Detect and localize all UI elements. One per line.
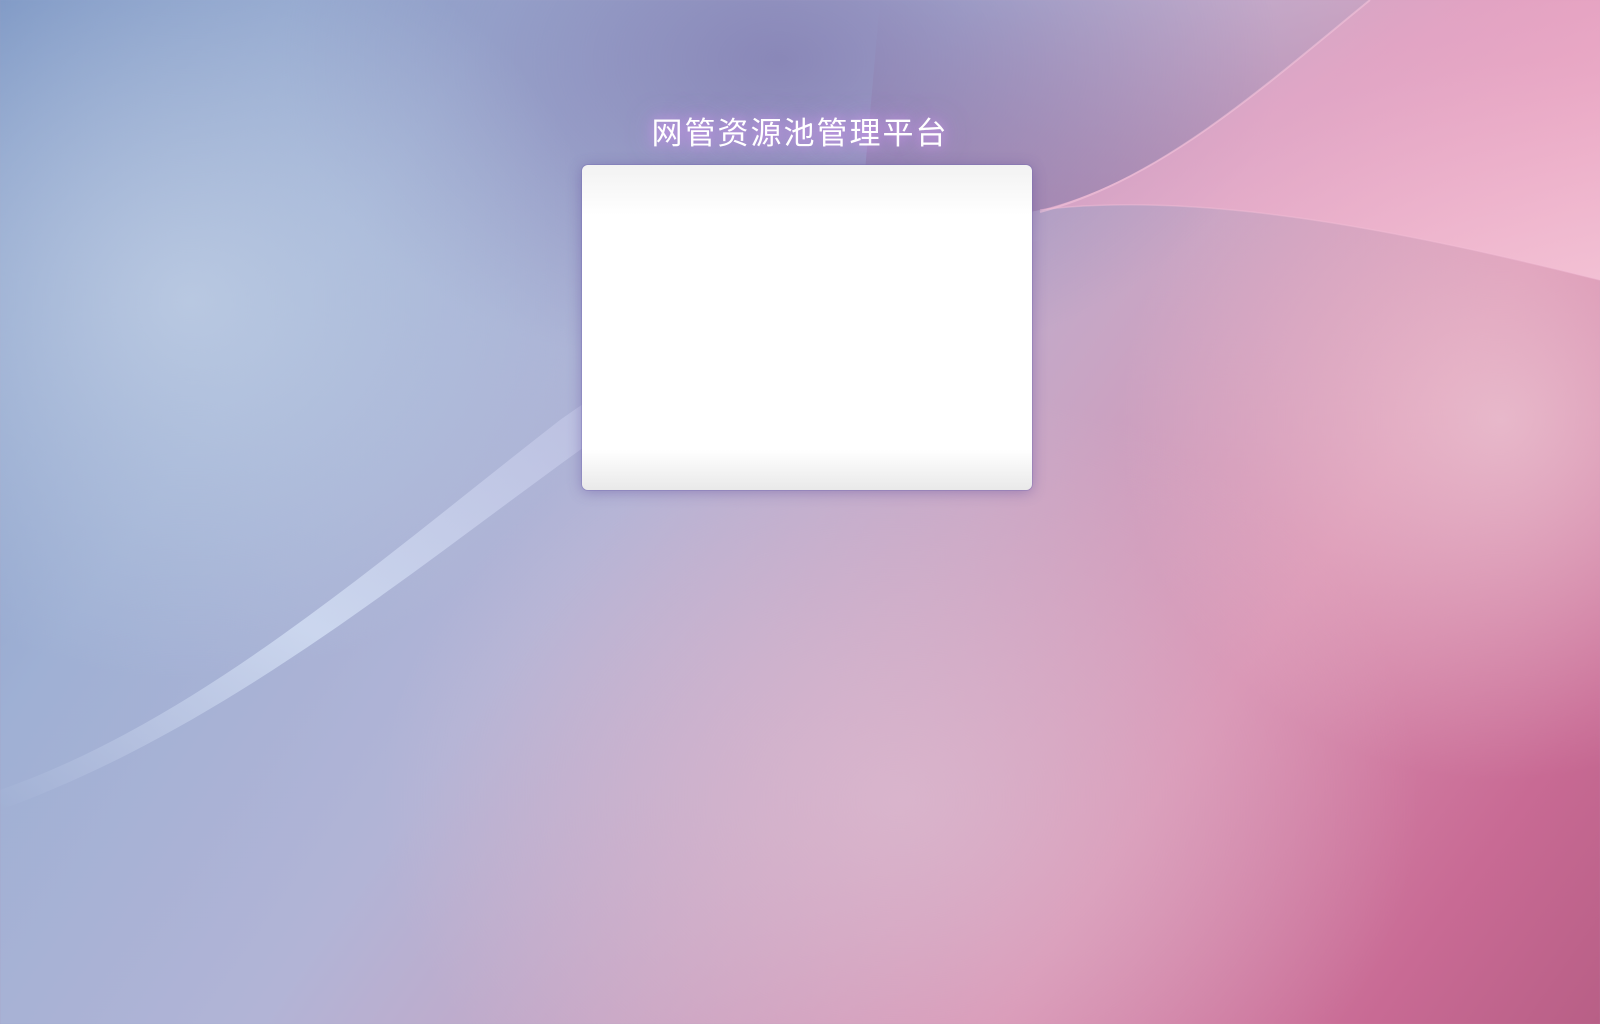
login-panel [582,165,1032,490]
background-wallpaper [0,0,1600,1024]
page-title: 网管资源池管理平台 [651,116,949,152]
